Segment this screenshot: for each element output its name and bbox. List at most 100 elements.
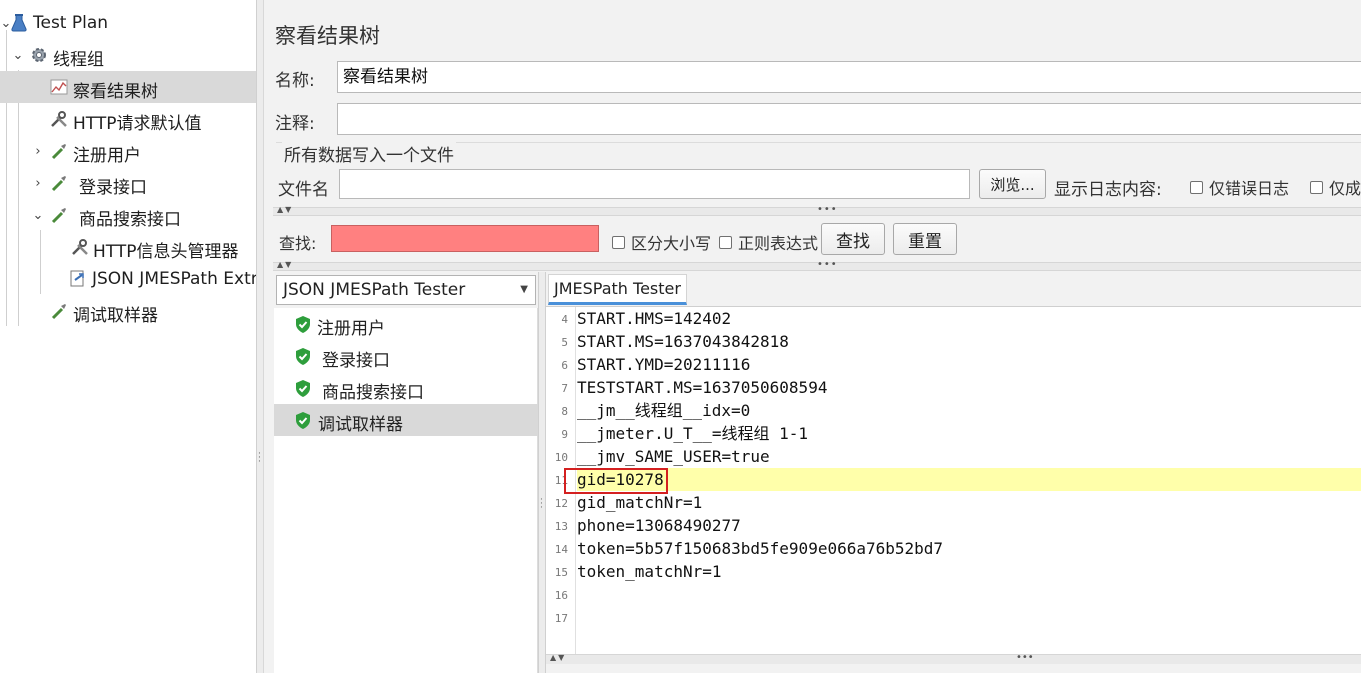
- list-item[interactable]: 调试取样器: [274, 404, 538, 436]
- success-shield-icon: [296, 316, 310, 333]
- code-line: START.YMD=20211116: [577, 355, 751, 374]
- errors-only-checkbox[interactable]: 仅错误日志: [1190, 175, 1289, 199]
- collapse-arrows-icon[interactable]: ▲▼: [277, 205, 293, 214]
- list-item-label: 注册用户: [317, 319, 385, 339]
- line-number: 10: [554, 451, 568, 464]
- list-item[interactable]: 商品搜索接口: [274, 372, 538, 404]
- results-splitter[interactable]: · · ·: [538, 272, 546, 673]
- comment-field[interactable]: [337, 103, 1361, 135]
- splitter-bar[interactable]: ▲▼ •••: [273, 259, 1361, 271]
- renderer-select-value: JSON JMESPath Tester: [283, 280, 466, 300]
- tree-item-product-search-api[interactable]: ⌄ 商品搜索接口: [0, 199, 256, 231]
- splitter-grip-icon: •••: [1016, 652, 1034, 663]
- success-only-checkbox[interactable]: 仅成: [1310, 175, 1361, 199]
- response-text-area[interactable]: 4 5 6 7 8 9 10 11 12 13 14 15 16 17 START.HMS=142402 S…: [546, 306, 1361, 655]
- browse-button[interactable]: 浏览...: [979, 169, 1046, 199]
- tree-item-thread-group[interactable]: ⌄ 线程组: [0, 39, 256, 71]
- tree-item-http-header-manager[interactable]: HTTP信息头管理器: [0, 231, 256, 263]
- splitter-grip-icon: •••: [817, 259, 838, 270]
- line-number: 6: [561, 359, 568, 372]
- flask-icon: [10, 14, 28, 32]
- case-sensitive-label: 区分大小写: [631, 234, 712, 253]
- jmespath-tester-pane: JMESPath Tester 4 5 6 7 8 9 10 11 12 13 14 15 16 17 S…: [546, 272, 1361, 673]
- collapse-arrows-icon[interactable]: ▲▼: [550, 653, 566, 662]
- line-number: 11: [554, 474, 568, 487]
- page-title: 察看结果树: [275, 24, 380, 48]
- line-number: 12: [554, 497, 568, 510]
- chevron-down-icon[interactable]: ⌄: [32, 208, 44, 223]
- tab-jmespath-tester[interactable]: JMESPath Tester: [548, 274, 687, 305]
- code-line: __jmeter.U_T__=线程组 1-1: [577, 424, 809, 443]
- tree-item-debug-sampler[interactable]: 调试取样器: [0, 295, 256, 327]
- splitter-grip-icon: · · ·: [540, 495, 543, 513]
- line-number: 9: [561, 428, 568, 441]
- tree-item-label: 登录接口: [79, 178, 147, 198]
- regex-checkbox[interactable]: 正则表达式: [719, 230, 818, 254]
- list-item[interactable]: 注册用户: [274, 308, 538, 340]
- checkbox-box[interactable]: [1310, 180, 1323, 194]
- success-shield-icon: [296, 348, 310, 365]
- line-number: 17: [554, 612, 568, 625]
- line-number: 8: [561, 405, 568, 418]
- sample-results-list: 注册用户 登录接口 商品搜索接口 调试取样器: [274, 308, 538, 673]
- tree-item-register-user[interactable]: › 注册用户: [0, 135, 256, 167]
- code-line: gid_matchNr=1: [577, 493, 703, 512]
- code-line: gid=10278: [577, 468, 1361, 491]
- line-number: 4: [561, 313, 568, 326]
- filename-field[interactable]: [339, 169, 970, 199]
- test-plan-tree: ⌄ Test Plan ⌄ 线程组 察看结果树 HTTP请求默认值 › 注册用户: [0, 0, 256, 673]
- code-line: __jm__线程组__idx=0: [577, 401, 751, 420]
- extractor-icon: [69, 270, 87, 288]
- pipette-icon: [50, 174, 68, 192]
- tree-item-test-plan[interactable]: ⌄ Test Plan: [0, 7, 256, 39]
- splitter-grip-icon: •••: [817, 204, 838, 215]
- gear-icon: [30, 46, 48, 64]
- splitter-bar[interactable]: ▲▼ •••: [546, 652, 1361, 664]
- checkbox-box[interactable]: [1190, 180, 1203, 194]
- tree-item-label: JSON JMESPath Extra: [92, 269, 256, 289]
- tree-item-login-api[interactable]: › 登录接口: [0, 167, 256, 199]
- line-number: 13: [554, 520, 568, 533]
- renderer-select[interactable]: JSON JMESPath Tester ▼: [276, 275, 536, 305]
- code-line: TESTSTART.MS=1637050608594: [577, 378, 828, 397]
- regex-label: 正则表达式: [738, 234, 819, 253]
- checkbox-box[interactable]: [612, 235, 625, 249]
- errors-only-label: 仅错误日志: [1209, 179, 1290, 198]
- wrench-icon: [71, 238, 89, 256]
- file-group-title: 所有数据写入一个文件: [282, 141, 456, 166]
- tree-item-label: HTTP信息头管理器: [93, 242, 239, 262]
- name-field[interactable]: 察看结果树: [337, 61, 1361, 93]
- chevron-down-icon[interactable]: ⌄: [12, 48, 24, 63]
- search-label: 查找:: [279, 234, 317, 253]
- success-only-label: 仅成: [1329, 179, 1361, 198]
- chevron-right-icon[interactable]: ›: [32, 176, 44, 191]
- list-item-label: 登录接口: [322, 351, 390, 371]
- case-sensitive-checkbox[interactable]: 区分大小写: [612, 230, 711, 254]
- tree-item-label: HTTP请求默认值: [73, 114, 202, 134]
- pipette-icon: [50, 206, 68, 224]
- list-item[interactable]: 登录接口: [274, 340, 538, 372]
- checkbox-box[interactable]: [719, 235, 732, 249]
- chevron-down-icon[interactable]: ▼: [520, 276, 528, 304]
- view-results-tree-panel: 察看结果树 名称: 察看结果树 注释: 所有数据写入一个文件 文件名 浏览...…: [264, 0, 1361, 673]
- collapse-arrows-icon[interactable]: ▲▼: [277, 260, 293, 269]
- tree-splitter[interactable]: · · ·: [256, 0, 264, 673]
- pipette-icon: [50, 302, 68, 320]
- line-number: 15: [554, 566, 568, 579]
- comment-label: 注释:: [275, 114, 315, 134]
- search-input[interactable]: [331, 225, 599, 252]
- code-line: START.HMS=142402: [577, 309, 732, 328]
- tree-item-jmespath-extractor[interactable]: JSON JMESPath Extra: [0, 263, 256, 295]
- tree-item-http-defaults[interactable]: HTTP请求默认值: [0, 103, 256, 135]
- log-content-label: 显示日志内容:: [1054, 180, 1162, 200]
- pipette-icon: [50, 142, 68, 160]
- find-button[interactable]: 查找: [821, 223, 885, 255]
- tree-item-view-results-tree[interactable]: 察看结果树: [0, 71, 256, 103]
- reset-button[interactable]: 重置: [893, 223, 957, 255]
- chevron-right-icon[interactable]: ›: [32, 144, 44, 159]
- tree-item-label: Test Plan: [33, 13, 109, 33]
- code-line: __jmv_SAME_USER=true: [577, 447, 770, 466]
- splitter-bar[interactable]: ▲▼ •••: [273, 204, 1361, 216]
